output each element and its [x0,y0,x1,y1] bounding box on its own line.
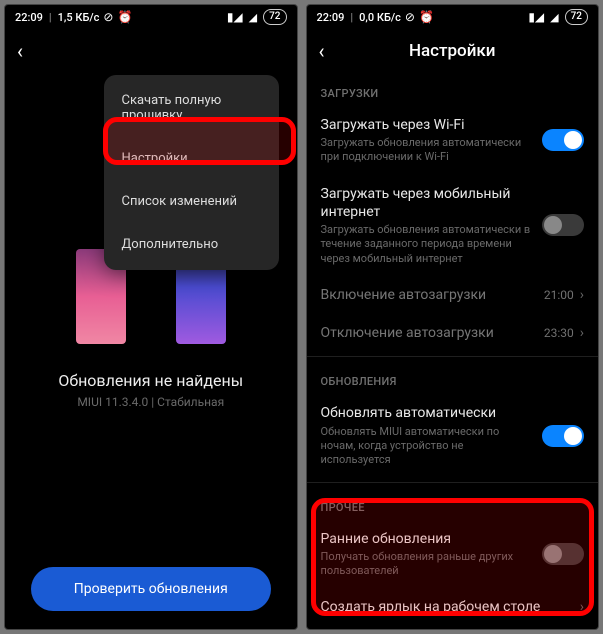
divider [307,482,599,483]
section-downloads: ЗАГРУЗКИ [321,87,585,100]
status-time: 22:09 [15,11,43,24]
toggle-mobile-download[interactable] [542,214,584,236]
page-title: Настройки [319,41,587,61]
alarm-icon: ⏰ [117,10,132,24]
alarm-icon: ⏰ [419,10,434,24]
chevron-right-icon: › [580,325,584,341]
status-bar: 22:09 | 0,0 КБ/с ⊘ ⏰ ▮◢ ◢ 72 [307,5,599,29]
section-other: ПРОЧЕЕ [321,501,585,514]
setting-auto-update[interactable]: Обновлять автоматически Обновлять MIUI а… [321,394,585,477]
setting-value: 23:30 [544,326,574,340]
setting-autoload-off[interactable]: Отключение автозагрузки 23:30 › [321,314,585,352]
check-updates-button[interactable]: Проверить обновления [31,567,271,611]
setting-title: Загружать через Wi-Fi [321,116,533,134]
menu-item-settings[interactable]: Настройки [104,137,279,180]
update-status-text: Обновления не найдены [5,371,297,390]
menu-item-additional[interactable]: Дополнительно [104,223,279,266]
back-icon[interactable]: ‹ [17,39,41,63]
setting-early-updates[interactable]: Ранние обновления Получать обновления ра… [321,520,585,589]
header: ‹ Настройки [307,29,599,73]
section-updates: ОБНОВЛЕНИЯ [321,375,585,388]
setting-title: Ранние обновления [321,530,533,548]
setting-create-shortcut[interactable]: Создать ярлык на рабочем столе › [321,588,585,626]
setting-autoload-on[interactable]: Включение автозагрузки 21:00 › [321,276,585,314]
chevron-right-icon: › [580,599,584,615]
toggle-wifi-download[interactable] [542,129,584,151]
setting-title: Включение автозагрузки [321,286,534,304]
dnd-icon: ⊘ [405,10,415,24]
setting-title: Создать ярлык на рабочем столе [321,598,570,616]
battery-indicator: 72 [565,9,588,25]
chevron-right-icon: › [580,287,584,303]
setting-value: 21:00 [544,288,574,302]
settings-list[interactable]: ЗАГРУЗКИ Загружать через Wi-Fi Загружать… [307,73,599,629]
battery-indicator: 72 [263,9,286,25]
header: ‹ [5,29,297,73]
phone-right: 22:09 | 0,0 КБ/с ⊘ ⏰ ▮◢ ◢ 72 ‹ Настройки… [306,4,600,630]
setting-title: Обновлять автоматически [321,404,533,422]
setting-wifi-download[interactable]: Загружать через Wi-Fi Загружать обновлен… [321,106,585,175]
setting-title: Отключение автозагрузки [321,324,534,342]
setting-mobile-download[interactable]: Загружать через мобильный интернет Загру… [321,175,585,276]
status-bar: 22:09 | 1,5 КБ/с ⊘ ⏰ ▮◢ ◢ 72 [5,5,297,29]
wifi-icon: ◢ [249,11,257,24]
dnd-icon: ⊘ [103,10,113,24]
setting-desc: Загружать обновления автоматически при п… [321,136,533,165]
setting-desc: Получать обновления раньше других пользо… [321,550,533,579]
toggle-auto-update[interactable] [542,425,584,447]
setting-desc: Загружать обновления автоматически в теч… [321,223,533,266]
signal-icon: ▮◢ [227,10,243,24]
toggle-early-updates[interactable] [542,543,584,565]
context-menu: Скачать полную прошивку Настройки Список… [104,75,279,270]
miui-version: MIUI 11.3.4.0 | Стабильная [5,395,297,409]
menu-item-changelog[interactable]: Список изменений [104,180,279,223]
phone-left: 22:09 | 1,5 КБ/с ⊘ ⏰ ▮◢ ◢ 72 ‹ Скачать п… [4,4,298,630]
status-net: 0,0 КБ/с [359,11,401,24]
status-time: 22:09 [317,11,345,24]
wifi-icon: ◢ [550,11,558,24]
divider [307,356,599,357]
setting-title: Загружать через мобильный интернет [321,185,533,221]
setting-desc: Обновлять MIUI автоматически по ночам, к… [321,425,533,468]
signal-icon: ▮◢ [528,10,544,24]
menu-item-download-full[interactable]: Скачать полную прошивку [104,79,279,137]
status-net: 1,5 КБ/с [58,11,100,24]
